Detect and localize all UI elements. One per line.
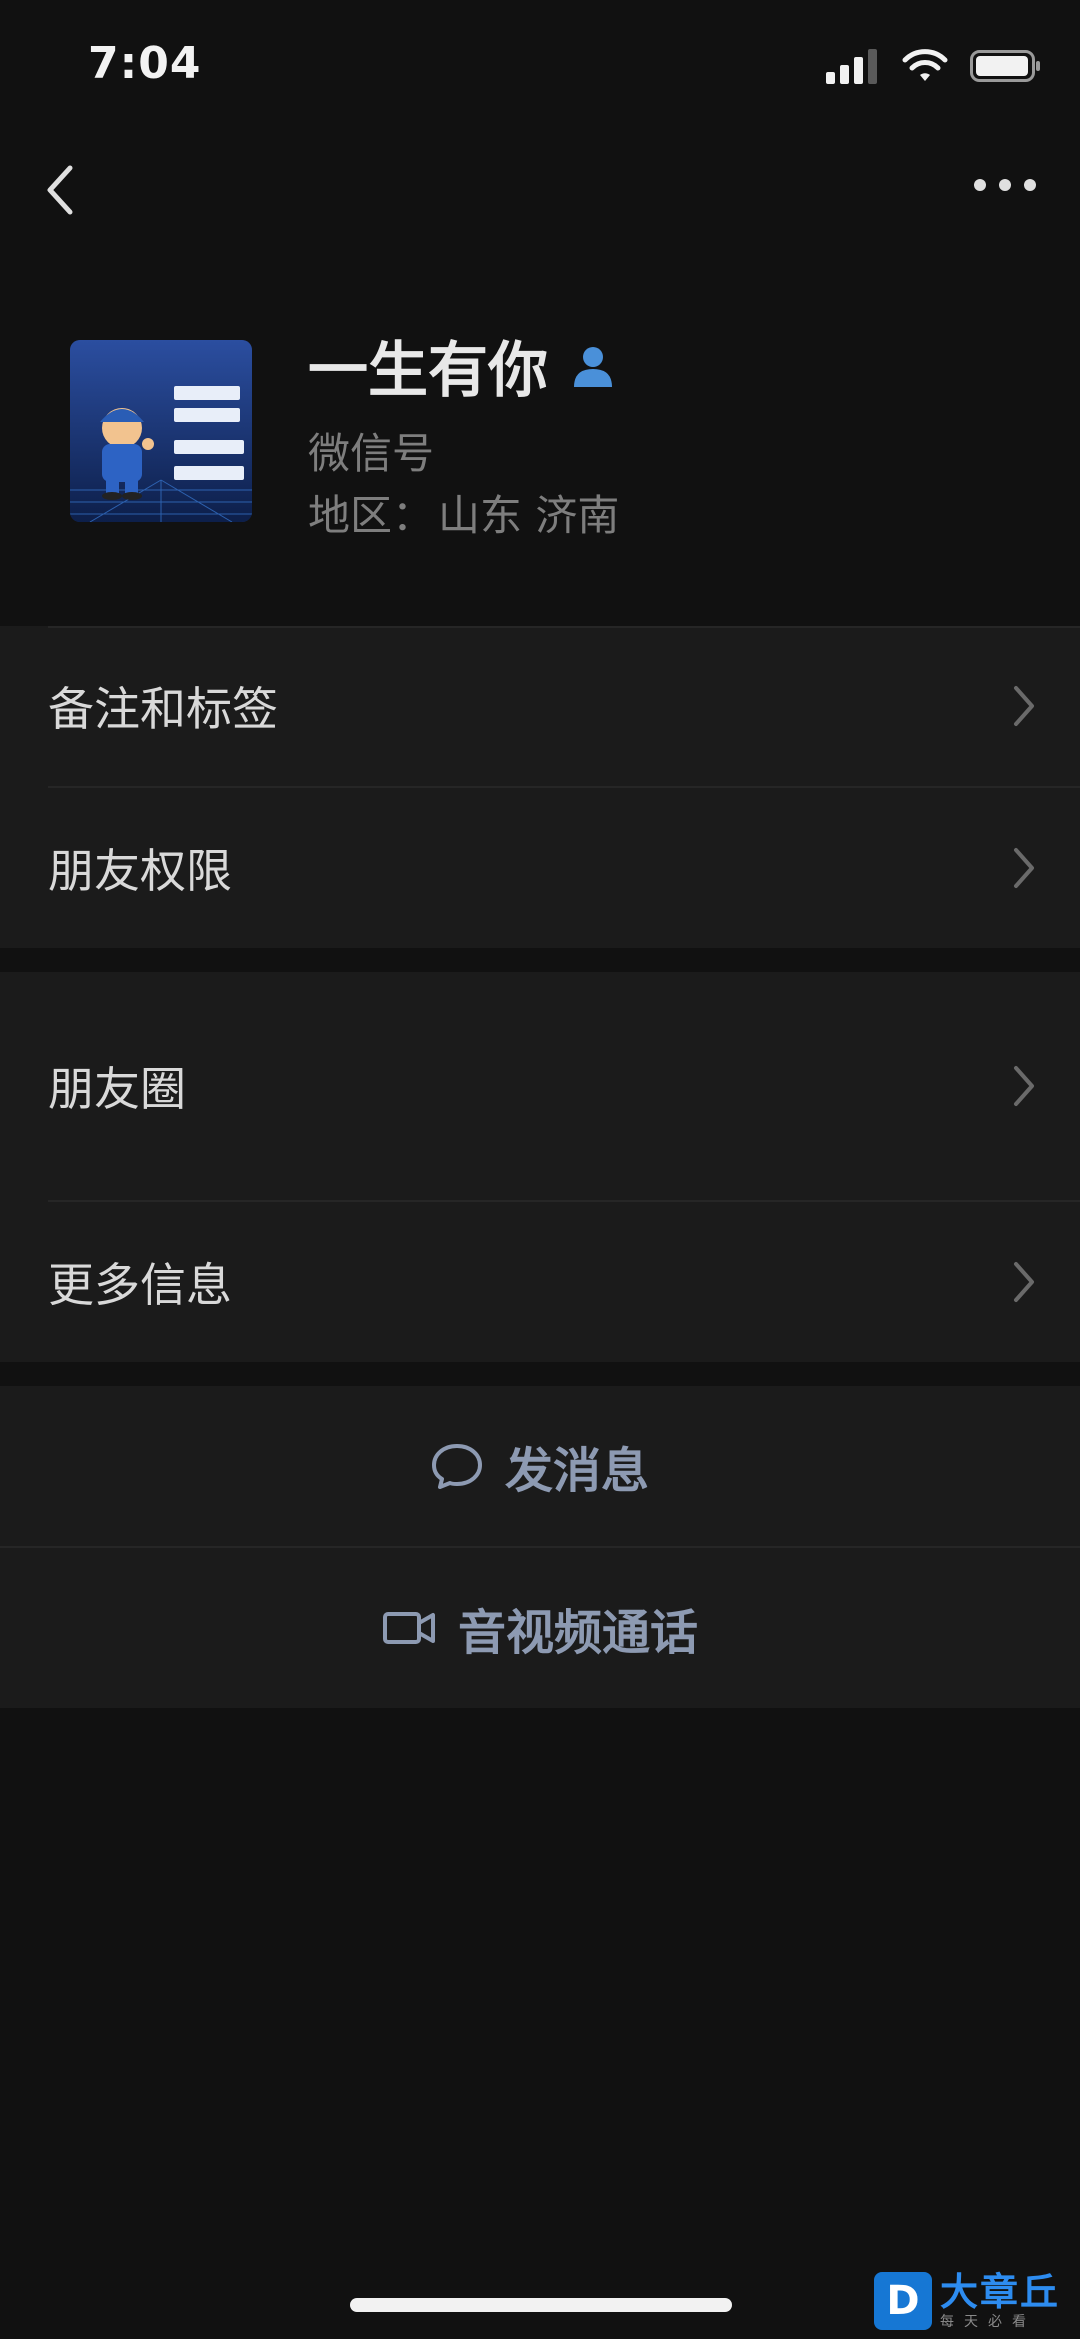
region: 地区：山东 济南 bbox=[308, 482, 619, 543]
profile-header: 一生有你 微信号 地区：山东 济南 bbox=[0, 320, 1080, 620]
row-label: 更多信息 bbox=[48, 1258, 232, 1312]
row-more-info[interactable]: 更多信息 bbox=[0, 1202, 1080, 1362]
video-camera-icon bbox=[382, 1612, 435, 1644]
back-button[interactable] bbox=[40, 160, 100, 230]
av-call-button[interactable]: 音视频通话 bbox=[0, 1548, 1080, 1708]
send-message-label: 发消息 bbox=[504, 1443, 649, 1499]
region-label: 地区： bbox=[308, 491, 435, 540]
row-label: 朋友权限 bbox=[48, 844, 232, 898]
row-label: 备注和标签 bbox=[48, 682, 278, 736]
region-value: 山东 济南 bbox=[438, 491, 620, 540]
watermark-logo-letter: D bbox=[886, 2278, 920, 2324]
watermark-title: 大章丘 bbox=[940, 2270, 1061, 2314]
status-icons bbox=[824, 48, 1042, 84]
wechat-id: 微信号 bbox=[308, 420, 434, 481]
section-actions: 发消息 音视频通话 bbox=[0, 1386, 1080, 1708]
battery-icon bbox=[970, 50, 1040, 82]
section-moments: 朋友圈 更多信息 bbox=[0, 972, 1080, 1362]
watermark: D 大章丘 每天必看 bbox=[874, 2269, 1074, 2333]
chevron-right-icon bbox=[1014, 686, 1034, 726]
status-time: 7:04 bbox=[88, 38, 202, 89]
watermark-logo: D bbox=[874, 2272, 932, 2330]
contact-name: 一生有你 bbox=[308, 336, 548, 406]
contact-person-icon bbox=[574, 346, 612, 387]
watermark-text: 大章丘 每天必看 bbox=[940, 2273, 1060, 2329]
chat-bubble-icon bbox=[431, 1444, 482, 1489]
chevron-right-icon bbox=[1014, 848, 1034, 888]
avatar-image bbox=[70, 340, 252, 522]
name-row: 一生有你 bbox=[308, 322, 616, 409]
row-remarks-tags[interactable]: 备注和标签 bbox=[0, 626, 1080, 786]
status-bar: 7:04 bbox=[0, 0, 1080, 130]
more-dots-icon bbox=[974, 179, 1036, 191]
avatar[interactable] bbox=[70, 340, 252, 522]
row-moments[interactable]: 朋友圈 bbox=[0, 972, 1080, 1200]
watermark-subtitle: 每天必看 bbox=[940, 2314, 1036, 2330]
send-message-button[interactable]: 发消息 bbox=[0, 1386, 1080, 1546]
chevron-left-icon bbox=[47, 165, 73, 215]
section-remarks: 备注和标签 朋友权限 bbox=[0, 626, 1080, 948]
wechat-id-label: 微信号 bbox=[308, 429, 435, 478]
more-button[interactable] bbox=[970, 170, 1040, 220]
signal-icon bbox=[826, 49, 877, 84]
av-call-label: 音视频通话 bbox=[457, 1605, 698, 1661]
row-label: 朋友圈 bbox=[48, 1062, 186, 1116]
chevron-right-icon bbox=[1014, 1066, 1034, 1106]
nav-bar bbox=[0, 140, 1080, 250]
home-indicator bbox=[350, 2298, 732, 2312]
wifi-icon bbox=[902, 49, 948, 81]
row-friend-permissions[interactable]: 朋友权限 bbox=[0, 788, 1080, 948]
chevron-right-icon bbox=[1014, 1262, 1034, 1302]
